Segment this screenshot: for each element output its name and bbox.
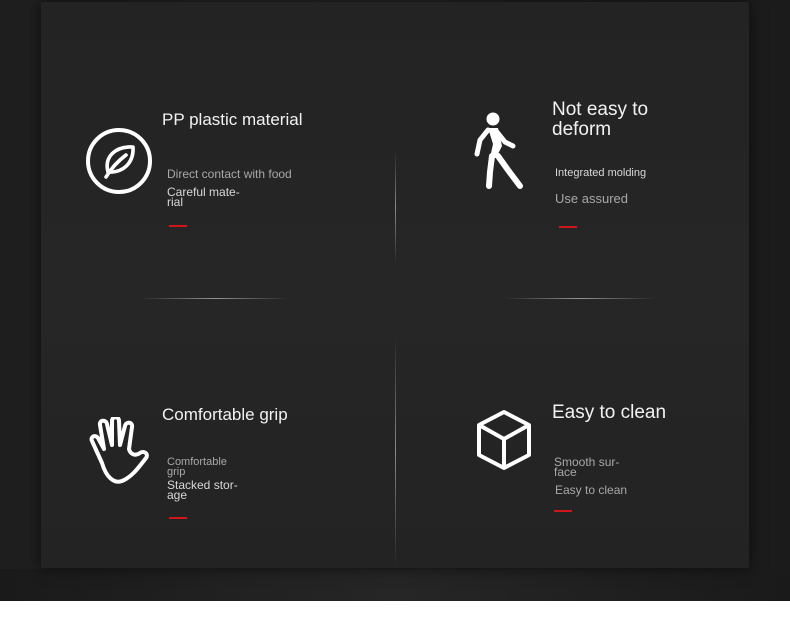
feature-line-stacked-storage: Stacked stor-age <box>167 478 238 502</box>
accent-bar <box>169 225 187 227</box>
accent-bar <box>554 510 572 512</box>
accent-bar <box>559 226 577 228</box>
feature-title-comfortable-grip: Comfortable grip <box>162 405 288 424</box>
divider-vertical-bottom <box>395 335 396 567</box>
feature-line-use-assured: Use assured <box>555 191 628 206</box>
hand-icon <box>84 417 154 487</box>
walking-person-icon <box>474 112 526 190</box>
feature-title-easy-to-clean: Easy to clean <box>552 402 667 423</box>
accent-bar <box>169 517 187 519</box>
divider-vertical-top <box>395 150 396 265</box>
feature-line-integrated-molding: Integrated molding <box>555 167 647 179</box>
cube-icon <box>475 408 533 472</box>
feature-title-pp-plastic: PP plastic material <box>162 110 303 129</box>
feature-line-comfortable-grip: Comfortable grip <box>167 456 227 478</box>
leaf-circle-icon <box>85 127 153 195</box>
bottom-strip <box>0 569 790 601</box>
feature-line-direct-contact: Direct contact with food <box>167 167 292 181</box>
feature-title-not-easy-to-deform: Not easy to deform <box>552 99 649 140</box>
feature-line-careful-material: Careful mate-rial <box>167 185 240 209</box>
feature-line-easy-to-clean: Easy to clean <box>555 483 628 497</box>
divider-horizontal-right <box>505 298 655 299</box>
divider-horizontal-left <box>140 298 290 299</box>
feature-line-smooth-surface: Smooth sur-face <box>554 455 620 479</box>
